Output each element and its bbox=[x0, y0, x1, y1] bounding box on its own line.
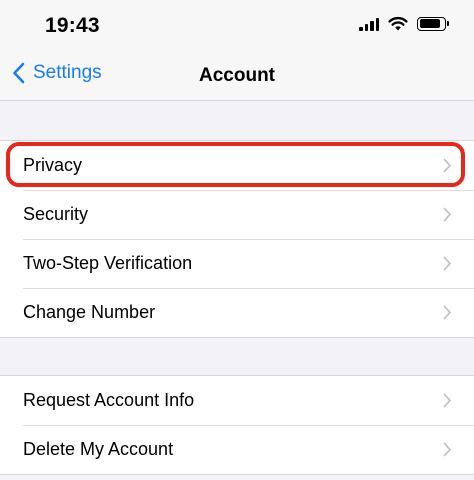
chevron-right-icon bbox=[443, 207, 451, 222]
privacy-label: Privacy bbox=[23, 155, 83, 175]
delete-my-account-label: Delete My Account bbox=[23, 439, 174, 459]
privacy-row[interactable]: Privacy bbox=[0, 141, 474, 190]
battery-icon bbox=[417, 16, 449, 31]
cellular-signal-icon bbox=[359, 17, 379, 31]
battery-fill bbox=[419, 19, 440, 28]
chevron-right-icon bbox=[443, 393, 451, 408]
wifi-icon bbox=[388, 16, 408, 31]
account-data-group: Request Account Info Delete My Account bbox=[0, 375, 474, 475]
security-row[interactable]: Security bbox=[0, 190, 474, 239]
account-settings-group: Privacy Security Two-Step Verification C… bbox=[0, 140, 474, 338]
navigation-bar: Settings Account bbox=[0, 52, 474, 101]
chevron-right-icon bbox=[443, 256, 451, 271]
security-label: Security bbox=[23, 204, 89, 224]
chevron-right-icon bbox=[443, 158, 451, 173]
delete-my-account-row[interactable]: Delete My Account bbox=[0, 425, 474, 474]
request-account-info-label: Request Account Info bbox=[23, 390, 195, 410]
chevron-right-icon bbox=[443, 442, 451, 457]
two-step-verification-label: Two-Step Verification bbox=[23, 253, 193, 273]
change-number-label: Change Number bbox=[23, 302, 156, 322]
request-account-info-row[interactable]: Request Account Info bbox=[0, 376, 474, 425]
chevron-right-icon bbox=[443, 305, 451, 320]
change-number-row[interactable]: Change Number bbox=[0, 288, 474, 337]
status-time: 19:43 bbox=[45, 14, 100, 37]
two-step-verification-row[interactable]: Two-Step Verification bbox=[0, 239, 474, 288]
status-bar: 19:43 bbox=[0, 0, 474, 52]
page-title: Account bbox=[199, 65, 275, 86]
status-icons bbox=[359, 16, 449, 31]
